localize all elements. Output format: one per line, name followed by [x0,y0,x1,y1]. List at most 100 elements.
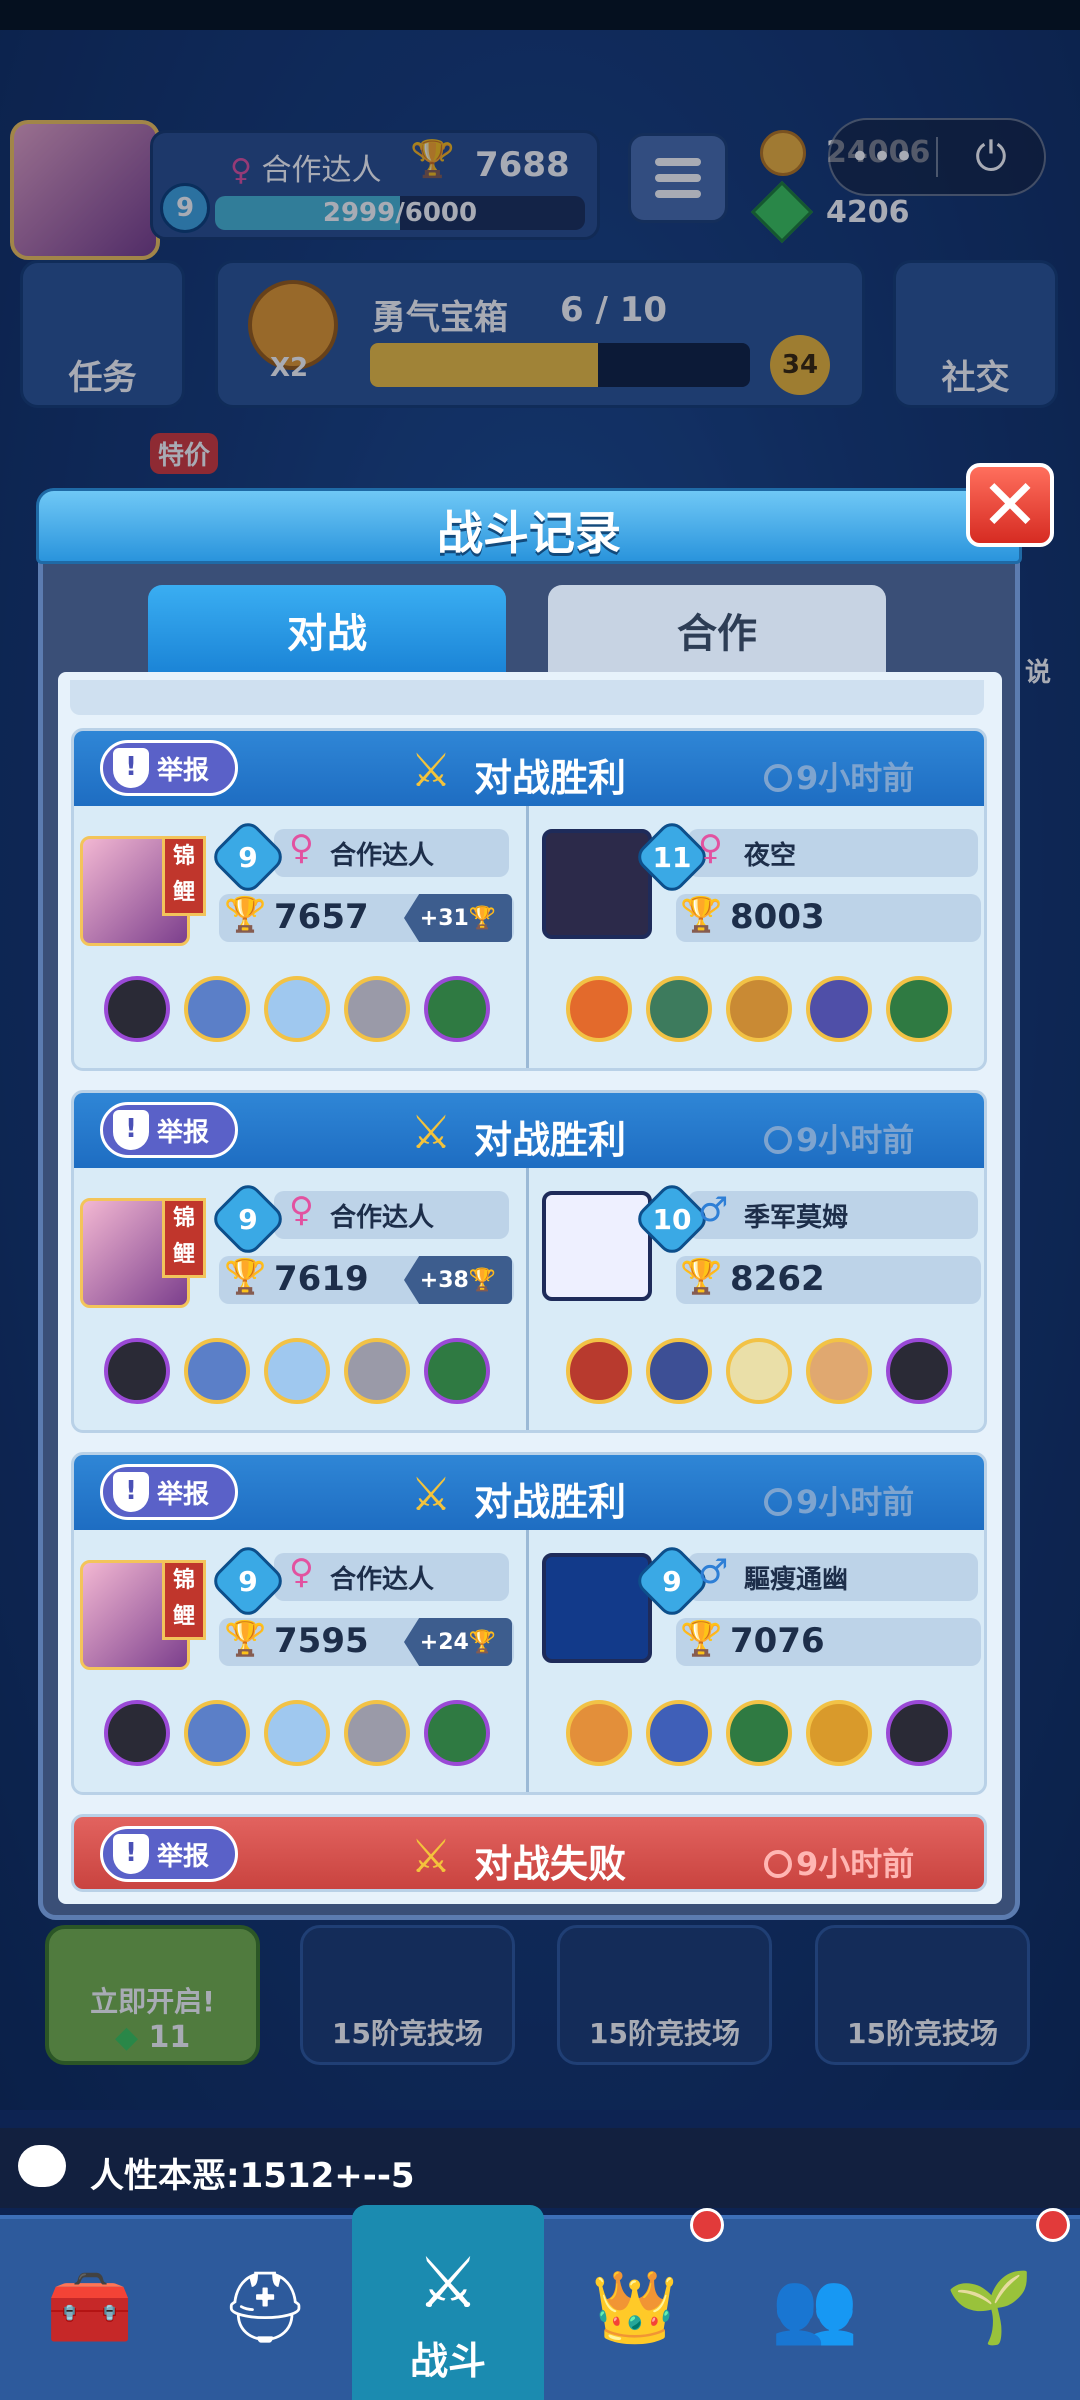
report-label: 举报 [157,755,210,786]
clock-icon [764,1126,792,1154]
hero-card-icon [344,976,410,1042]
female-icon: ♀ [289,1190,314,1230]
my-level-badge: 9 [208,817,288,897]
tab-coop[interactable]: 合作 [548,585,886,675]
my-level-badge: 9 [208,1179,288,1259]
my-trophies: 7619 [274,1259,369,1299]
nav-clan-icon[interactable]: 👑 [545,2215,725,2400]
hero-card-icon [184,1338,250,1404]
koi-badge: 锦鲤 [162,836,206,916]
hero-card-icon [646,1700,712,1766]
hero-card-icon [806,1700,872,1766]
hero-card-icon [264,1700,330,1766]
battle-result: 对战胜利 [474,756,627,800]
report-button[interactable]: ! 举报 [100,1102,238,1158]
battle-result: 对战胜利 [474,1118,627,1162]
hero-card-icon [104,1700,170,1766]
battle-record-card[interactable]: ! 举报 ⚔ 对战胜利 9小时前 锦鲤 合作达人 9 ♀ 🏆 7657 +31 🏆… [71,728,987,1071]
opponent-name: 夜空 [688,829,978,877]
nav-shop-icon[interactable]: 🧰 [0,2215,180,2400]
hero-card-icon [726,1338,792,1404]
battle-record-card[interactable]: ! 举报 ⚔ 对战失败 9小时前 [71,1814,987,1892]
nav-battle-label: 战斗 [409,2339,486,2383]
dialog-title: 战斗记录 [437,506,621,560]
battle-result: 对战失败 [474,1842,627,1886]
opponent-avatar[interactable] [542,829,652,939]
crossed-swords-icon: ⚔ [410,1467,452,1521]
hero-card-icon [264,976,330,1042]
report-button[interactable]: ! 举报 [100,1826,238,1882]
report-button[interactable]: ! 举报 [100,1464,238,1520]
card-divider [526,1530,529,1792]
crossed-swords-icon: ⚔ [410,1829,452,1883]
hero-card-icon [264,1338,330,1404]
koi-badge: 锦鲤 [162,1198,206,1278]
opponent-trophies: 7076 [730,1621,825,1661]
hero-card-icon [886,976,952,1042]
nav-heroes-icon[interactable]: ⛑ [175,2215,355,2400]
tab-versus[interactable]: 对战 [148,585,506,675]
report-label: 举报 [157,1117,210,1148]
my-trophies: 7595 [274,1621,369,1661]
hero-card-icon [566,1338,632,1404]
hero-card-icon [806,976,872,1042]
hero-card-icon [104,976,170,1042]
trophy-icon: 🏆 [468,1267,497,1293]
nav-social-icon[interactable]: 👥 [725,2215,905,2400]
crossed-swords-icon: ⚔ [410,1105,452,1159]
hero-card-icon [184,976,250,1042]
my-level-badge: 9 [208,1541,288,1621]
report-label: 举报 [157,1479,210,1510]
male-icon: ♂ [698,1552,729,1592]
shield-icon: ! [113,748,149,788]
clock-icon [764,1850,792,1878]
hero-card-icon [344,1700,410,1766]
opponent-trophies: 8262 [730,1259,825,1299]
report-button[interactable]: ! 举报 [100,740,238,796]
opponent-avatar[interactable] [542,1191,652,1301]
hero-card-icon [424,1700,490,1766]
trophy-icon: 🏆 [224,1619,267,1659]
trophy-delta: +31 🏆 [404,894,512,942]
hero-card-icon [424,1338,490,1404]
opponent-trophies: 8003 [730,897,825,937]
hero-card-icon [566,976,632,1042]
trophy-icon: 🏆 [224,1257,267,1297]
hero-card-icon [726,976,792,1042]
card-header: ! 举报 ⚔ 对战胜利 9小时前 [74,731,984,806]
card-header: ! 举报 ⚔ 对战失败 9小时前 [74,1817,984,1889]
female-icon: ♀ [698,828,723,868]
koi-badge: 锦鲤 [162,1560,206,1640]
battle-time: 9小时前 [764,753,914,799]
nav-farm-icon[interactable]: 🌱 [900,2215,1080,2400]
card-header: ! 举报 ⚔ 对战胜利 9小时前 [74,1093,984,1168]
shield-icon: ! [113,1472,149,1512]
battle-time: 9小时前 [764,1839,914,1885]
shield-icon: ! [113,1834,149,1874]
hero-card-icon [726,1700,792,1766]
hero-card-icon [806,1338,872,1404]
opponent-name: 驅瘦通幽 [688,1553,978,1601]
trophy-icon: 🏆 [680,1619,723,1659]
trophy-icon: 🏆 [680,895,723,935]
battle-record-card[interactable]: ! 举报 ⚔ 对战胜利 9小时前 锦鲤 合作达人 9 ♀ 🏆 7595 +24 🏆… [71,1452,987,1795]
trophy-delta: +38 🏆 [404,1256,512,1304]
hero-card-icon [184,1700,250,1766]
female-icon: ♀ [289,1552,314,1592]
notification-dot [1036,2208,1070,2242]
hero-card-icon [646,1338,712,1404]
battle-result: 对战胜利 [474,1480,627,1524]
battle-record-card[interactable]: ! 举报 ⚔ 对战胜利 9小时前 锦鲤 合作达人 9 ♀ 🏆 7619 +38 🏆… [71,1090,987,1433]
opponent-avatar[interactable] [542,1553,652,1663]
close-button[interactable]: ✕ [966,463,1054,547]
card-divider [526,1168,529,1430]
female-icon: ♀ [289,828,314,868]
card-divider [526,806,529,1068]
hero-card-icon [566,1700,632,1766]
previous-card-edge [70,680,984,715]
male-icon: ♂ [698,1190,729,1230]
trophy-icon: 🏆 [468,1629,497,1655]
hero-card-icon [886,1338,952,1404]
notification-dot [690,2208,724,2242]
hero-card-icon [424,976,490,1042]
